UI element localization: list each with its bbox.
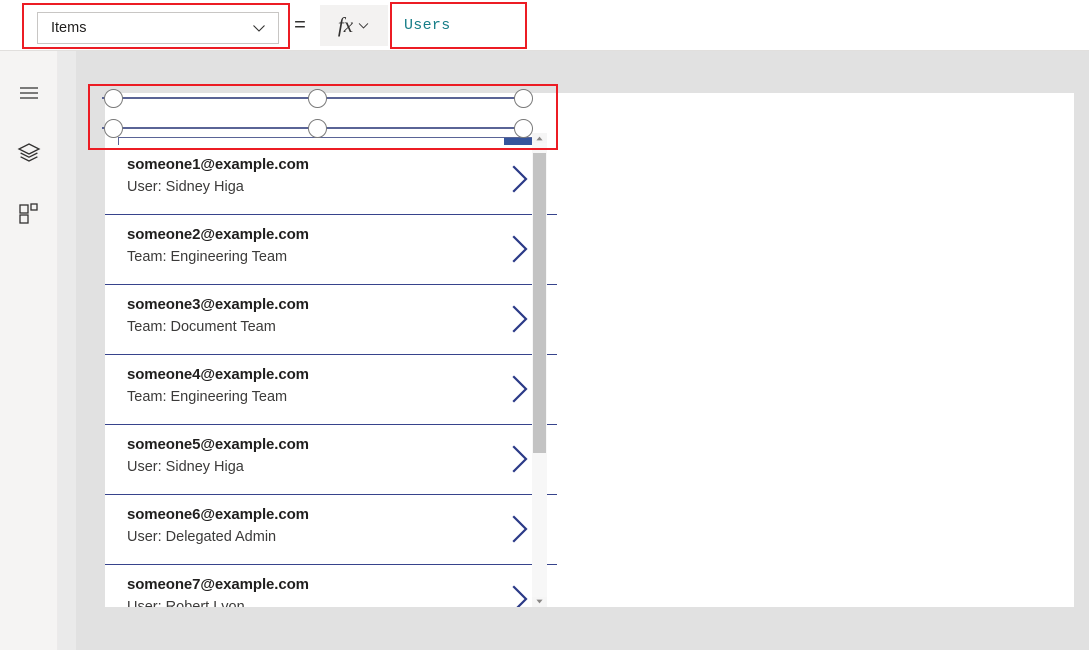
chevron-right-icon[interactable] bbox=[509, 163, 531, 200]
gallery-row-subtitle: User: Delegated Admin bbox=[127, 529, 277, 545]
chevron-right-icon[interactable] bbox=[509, 373, 531, 410]
gallery-row-title: someone7@example.com bbox=[127, 576, 309, 593]
gallery-row-subtitle: User: Sidney Higa bbox=[127, 179, 244, 195]
chevron-right-icon[interactable] bbox=[509, 443, 531, 480]
property-selector-dropdown[interactable]: Items bbox=[37, 12, 279, 44]
gallery-row-title: someone1@example.com bbox=[127, 156, 309, 173]
property-selector-highlight: Items bbox=[22, 3, 290, 49]
chevron-right-icon[interactable] bbox=[509, 513, 531, 550]
gallery-row-title: someone3@example.com bbox=[127, 296, 309, 313]
app-screen: Find items someone1@example.comUser: Sid… bbox=[105, 93, 1074, 607]
property-selector-label: Items bbox=[51, 20, 87, 36]
chevron-right-icon[interactable] bbox=[509, 303, 531, 340]
formula-input-highlight: Users bbox=[390, 2, 527, 49]
chevron-down-icon bbox=[357, 19, 370, 32]
gallery-row[interactable]: someone3@example.com Team: Document Team bbox=[105, 285, 557, 355]
chevron-right-icon[interactable] bbox=[509, 583, 531, 607]
fx-button[interactable]: fx bbox=[320, 5, 388, 46]
formula-input[interactable]: Users bbox=[392, 4, 525, 47]
formula-text: Users bbox=[404, 17, 451, 34]
gallery-row[interactable]: someone7@example.com User: Robert Lvon bbox=[105, 565, 557, 607]
gallery-row-subtitle: Team: Engineering Team bbox=[127, 249, 288, 265]
gallery-row-subtitle: User: Sidney Higa bbox=[127, 459, 244, 475]
gallery-row[interactable]: someone4@example.com Team: Engineering Te… bbox=[105, 355, 557, 425]
gallery-row-subtitle: Team: Document Team bbox=[127, 319, 276, 335]
fx-label: fx bbox=[337, 13, 354, 37]
gallery-row-title: someone5@example.com bbox=[127, 436, 309, 453]
editor-canvas: Find items someone1@example.comUser: Sid… bbox=[58, 51, 1089, 650]
gallery-row-subtitle: Team: Engineering Team bbox=[127, 389, 288, 405]
hamburger-menu-icon bbox=[17, 81, 41, 105]
gallery-scrollbar[interactable] bbox=[532, 133, 547, 607]
equals-sign: = bbox=[294, 14, 306, 36]
canvas-gutter bbox=[58, 51, 76, 650]
gallery-row[interactable]: someone2@example.com Team: Engineering Te… bbox=[105, 215, 557, 285]
gallery-items: someone1@example.com User: Sidney Higa som… bbox=[105, 145, 557, 607]
formula-bar: Items = fx Users bbox=[0, 0, 1089, 51]
gallery-row-subtitle: User: Robert Lvon bbox=[127, 599, 245, 607]
gallery-row-title: someone4@example.com bbox=[127, 366, 309, 383]
sidebar-item-insert[interactable] bbox=[0, 191, 58, 235]
gallery-row[interactable]: someone5@example.com User: Sidney Higa bbox=[105, 425, 557, 495]
gallery-row-title: someone2@example.com bbox=[127, 226, 309, 243]
sidebar-item-menu[interactable] bbox=[0, 71, 58, 115]
gallery-row[interactable]: someone6@example.com User: Delegated Admi… bbox=[105, 495, 557, 565]
triangle-down-icon[interactable] bbox=[532, 596, 547, 607]
chevron-down-icon bbox=[251, 20, 267, 36]
gallery-row[interactable]: someone1@example.com User: Sidney Higa bbox=[105, 145, 557, 215]
scrollbar-thumb[interactable] bbox=[533, 153, 546, 453]
chevron-right-icon[interactable] bbox=[509, 233, 531, 270]
insert-components-icon bbox=[17, 201, 41, 225]
sidebar-item-tree-view[interactable] bbox=[0, 131, 58, 175]
gallery-row-title: someone6@example.com bbox=[127, 506, 309, 523]
gallery-control[interactable]: Find items someone1@example.comUser: Sid… bbox=[105, 93, 575, 607]
left-rail bbox=[0, 51, 58, 650]
formula-bar-empty-area bbox=[527, 0, 1089, 50]
tree-view-icon bbox=[17, 141, 41, 165]
triangle-up-icon[interactable] bbox=[532, 133, 547, 144]
